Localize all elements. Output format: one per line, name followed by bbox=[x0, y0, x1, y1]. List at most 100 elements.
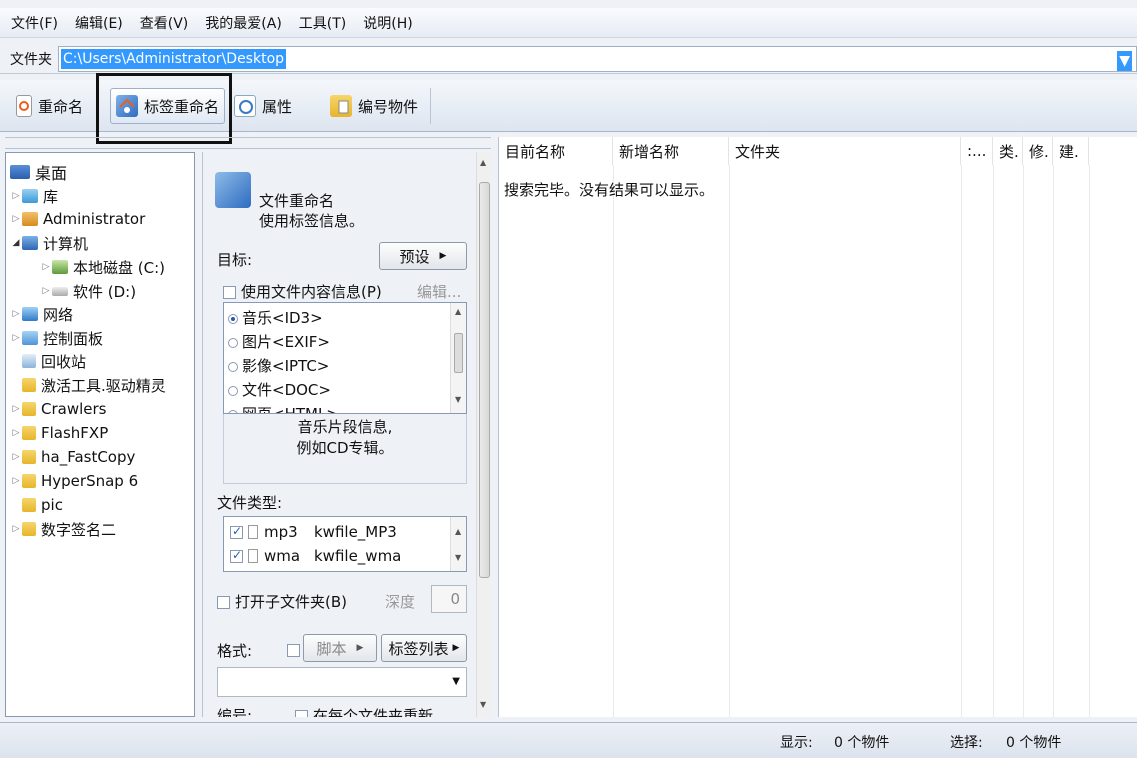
menu-favorites[interactable]: 我的最爱(A) bbox=[199, 13, 288, 33]
tree-item-label: HyperSnap 6 bbox=[41, 472, 139, 490]
tree-item-desktop[interactable]: 桌面 bbox=[10, 161, 67, 183]
expand-icon[interactable]: ▷ bbox=[10, 452, 22, 462]
menu-file[interactable]: 文件(F) bbox=[5, 13, 64, 33]
column-type[interactable]: 类. bbox=[993, 137, 1023, 165]
menu-tools[interactable]: 工具(T) bbox=[293, 13, 352, 33]
source-label: 音乐<ID3> bbox=[242, 309, 323, 327]
properties-label: 属性 bbox=[262, 97, 293, 116]
tree-item-folder[interactable]: ▷ 数字签名二 bbox=[10, 518, 116, 540]
rename-options-panel: 文件重命名 使用标签信息。 目标: 预设 ▶ 使用文件内容信息(P) 编辑...… bbox=[202, 152, 491, 717]
filetype-scrollbar[interactable]: ▲ ▼ bbox=[450, 517, 466, 571]
scroll-thumb[interactable] bbox=[479, 182, 490, 578]
depth-input[interactable]: 0 bbox=[431, 585, 467, 613]
checkbox-icon[interactable] bbox=[230, 524, 243, 539]
scroll-down-icon[interactable]: ▼ bbox=[455, 395, 461, 404]
column-created[interactable]: 建. bbox=[1053, 137, 1089, 165]
scroll-up-icon[interactable]: ▲ bbox=[480, 158, 486, 167]
open-subfolder-checkbox[interactable]: 打开子文件夹(B) bbox=[217, 591, 347, 612]
scroll-down-icon[interactable]: ▼ bbox=[455, 553, 461, 562]
filetype-label: 文件类型: bbox=[217, 494, 283, 512]
user-icon bbox=[22, 212, 38, 226]
column-current-name[interactable]: 目前名称 bbox=[499, 137, 613, 165]
arrow-right-icon: ▶ bbox=[452, 643, 460, 653]
filetype-row[interactable]: mp3 kwfile_MP3 bbox=[230, 523, 397, 541]
expand-icon[interactable]: ▷ bbox=[10, 524, 22, 534]
tag-rename-button[interactable]: 标签重命名 bbox=[110, 88, 226, 124]
script-button[interactable]: 脚本 ▶ bbox=[303, 634, 377, 662]
tree-item-network[interactable]: ▷ 网络 bbox=[10, 303, 73, 325]
preset-button[interactable]: 预设 ▶ bbox=[379, 242, 467, 270]
expand-icon[interactable]: ▷ bbox=[10, 333, 22, 343]
checkbox-icon[interactable] bbox=[230, 548, 243, 563]
scroll-up-icon[interactable]: ▲ bbox=[455, 527, 461, 536]
expand-icon[interactable]: ▷ bbox=[10, 476, 22, 486]
menu-view[interactable]: 查看(V) bbox=[134, 13, 195, 33]
column-folder[interactable]: 文件夹 bbox=[729, 137, 961, 165]
tree-item-folder[interactable]: pic bbox=[22, 494, 63, 516]
format-dropdown[interactable]: ▼ bbox=[217, 667, 467, 697]
use-content-checkbox[interactable]: 使用文件内容信息(P) bbox=[223, 281, 382, 302]
filetype-listbox[interactable]: mp3 kwfile_MP3 wma kwfile_wma ▲ ▼ bbox=[223, 516, 467, 572]
rename-button[interactable]: 重命名 bbox=[16, 88, 83, 124]
per-folder-label: 在每个文件夹重新... bbox=[313, 707, 448, 717]
tree-item-folder[interactable]: ▷ Crawlers bbox=[10, 398, 107, 420]
tree-item-folder[interactable]: ▷ FlashFXP bbox=[10, 422, 109, 444]
filetype-ext: mp3 bbox=[264, 523, 298, 541]
tree-item-drive-d[interactable]: ▷ 软件 (D:) bbox=[40, 280, 137, 302]
tree-item-label: 计算机 bbox=[43, 234, 89, 253]
column-divider bbox=[1023, 165, 1024, 717]
column-modified[interactable]: 修. bbox=[1023, 137, 1053, 165]
expand-icon[interactable]: ▷ bbox=[40, 262, 52, 272]
filetype-row[interactable]: wma kwfile_wma bbox=[230, 547, 401, 565]
tree-item-label: 库 bbox=[43, 187, 59, 206]
results-list[interactable]: 目前名称 新增名称 文件夹 :... 类. 修. 建. 搜索完毕。没有结果可以显… bbox=[498, 137, 1137, 717]
source-option[interactable]: 影像<IPTC> bbox=[228, 355, 329, 376]
column-new-name[interactable]: 新增名称 bbox=[613, 137, 729, 165]
expand-icon[interactable]: ▷ bbox=[10, 404, 22, 414]
source-option[interactable]: 网页<HTML> bbox=[228, 403, 339, 413]
number-items-button[interactable]: 编号物件 bbox=[330, 88, 418, 124]
properties-button[interactable]: 属性 bbox=[234, 88, 292, 124]
tree-item-control-panel[interactable]: ▷ 控制面板 bbox=[10, 327, 103, 349]
tree-item-computer[interactable]: ◢ 计算机 bbox=[10, 232, 88, 254]
source-option[interactable]: 图片<EXIF> bbox=[228, 331, 330, 352]
expand-icon[interactable]: ▷ bbox=[10, 191, 22, 201]
chevron-down-icon[interactable]: ▼ bbox=[1117, 50, 1132, 71]
edit-link[interactable]: 编辑... bbox=[417, 281, 461, 302]
collapse-icon[interactable]: ◢ bbox=[10, 238, 22, 248]
source-option[interactable]: 音乐<ID3> bbox=[228, 307, 323, 328]
expand-icon[interactable]: ▷ bbox=[10, 428, 22, 438]
number-items-icon bbox=[330, 95, 352, 117]
tree-item-folder[interactable]: 激活工具.驱动精灵 bbox=[22, 374, 166, 396]
scroll-thumb[interactable] bbox=[454, 333, 463, 373]
description-line: 例如CD专辑。 bbox=[296, 439, 394, 457]
tree-item-label: 回收站 bbox=[41, 352, 87, 371]
menu-help[interactable]: 说明(H) bbox=[357, 13, 418, 33]
pane-splitter[interactable] bbox=[5, 137, 491, 149]
tree-item-library[interactable]: ▷ 库 bbox=[10, 185, 58, 207]
source-option[interactable]: 文件<DOC> bbox=[228, 379, 331, 400]
scroll-up-icon[interactable]: ▲ bbox=[455, 307, 461, 316]
folder-icon bbox=[22, 450, 36, 464]
address-input[interactable]: C:\Users\Administrator\Desktop ▼ bbox=[58, 45, 1137, 72]
folder-tree[interactable]: 桌面 ▷ 库 ▷ Administrator ◢ 计算机 ▷ 本地磁盘 (C:)… bbox=[5, 152, 195, 717]
source-listbox[interactable]: 音乐<ID3> 图片<EXIF> 影像<IPTC> 文件<DOC> 网页<HTM… bbox=[223, 302, 467, 414]
panel-scrollbar[interactable]: ▲ ▼ bbox=[476, 152, 491, 717]
tree-item-folder[interactable]: ▷ HyperSnap 6 bbox=[10, 470, 139, 492]
expand-icon[interactable]: ▷ bbox=[40, 286, 52, 296]
tree-item-label: ha_FastCopy bbox=[41, 448, 136, 466]
per-folder-checkbox[interactable]: 在每个文件夹重新... bbox=[295, 705, 447, 717]
source-scrollbar[interactable]: ▲ ▼ bbox=[450, 303, 466, 413]
tree-item-label: Administrator bbox=[43, 210, 146, 228]
tree-item-recycle-bin[interactable]: 回收站 bbox=[22, 350, 86, 372]
expand-icon[interactable]: ▷ bbox=[10, 309, 22, 319]
scroll-down-icon[interactable]: ▼ bbox=[480, 700, 486, 709]
tree-item-folder[interactable]: ▷ ha_FastCopy bbox=[10, 446, 136, 468]
tree-item-administrator[interactable]: ▷ Administrator bbox=[10, 208, 146, 230]
tree-item-drive-c[interactable]: ▷ 本地磁盘 (C:) bbox=[40, 256, 165, 278]
tag-list-button[interactable]: 标签列表 ▶ bbox=[381, 634, 467, 662]
expand-icon[interactable]: ▷ bbox=[10, 214, 22, 224]
menu-edit[interactable]: 编辑(E) bbox=[69, 13, 129, 33]
chevron-down-icon[interactable]: ▼ bbox=[452, 676, 460, 687]
column-extra[interactable]: :... bbox=[961, 137, 993, 165]
